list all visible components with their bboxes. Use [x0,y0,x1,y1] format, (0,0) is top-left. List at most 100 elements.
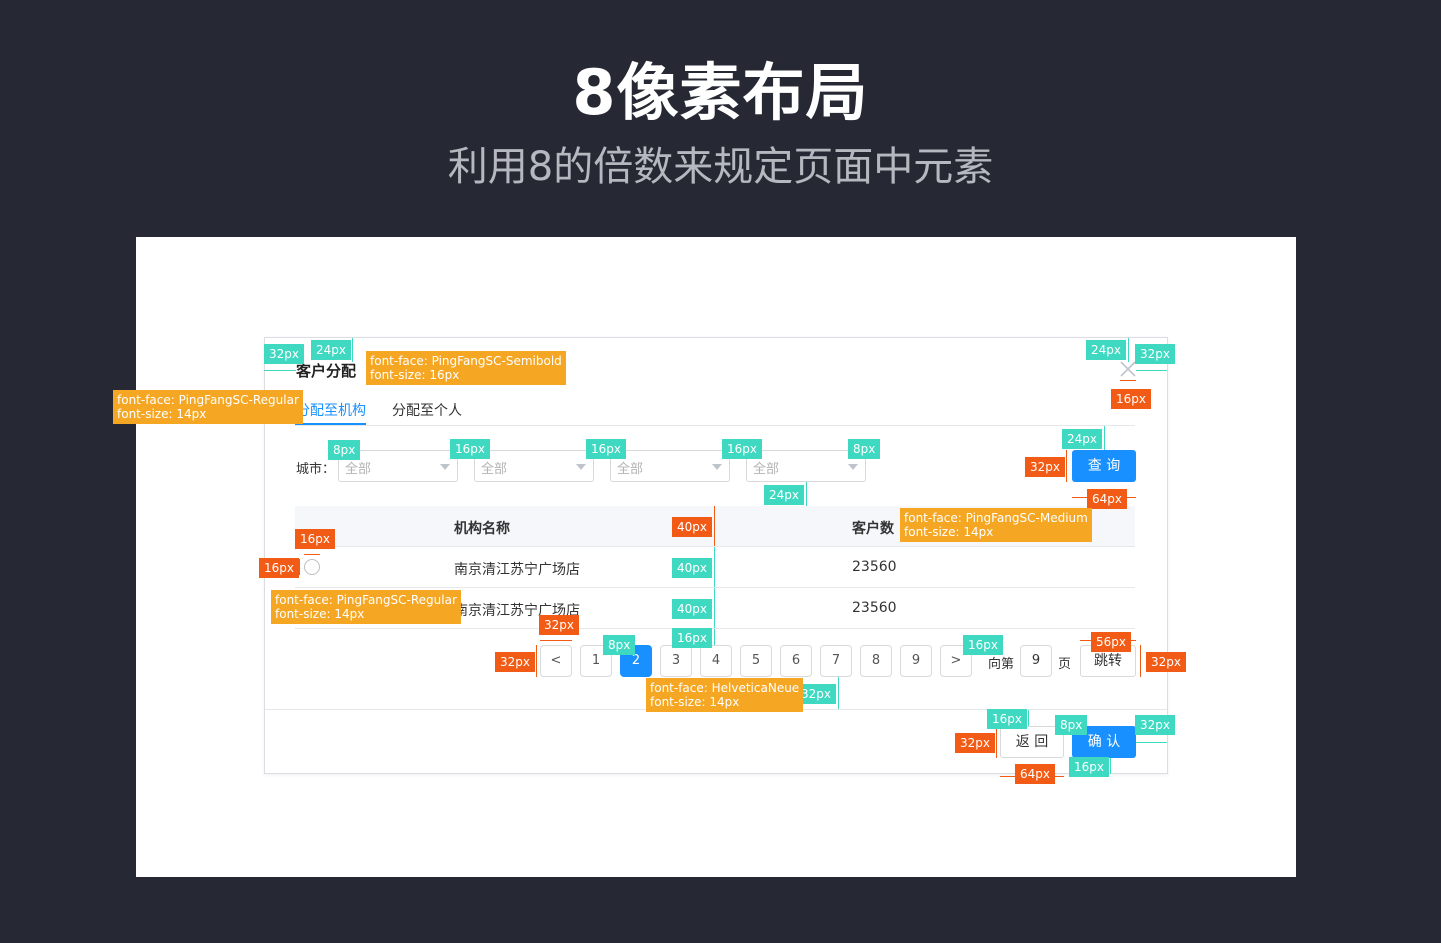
select-value: 全部 [481,462,508,477]
spacing-guide [838,677,839,709]
goto-page-input[interactable]: 9 [1020,645,1052,677]
font-size-label: font-size: 14px [904,525,994,539]
spacing-guide [264,370,296,371]
spacing-tag: 32px [955,733,995,753]
spacing-guide [1104,426,1105,450]
spacing-guide [1136,370,1167,371]
spacing-tag: 32px [264,344,304,364]
spacing-guide [1136,742,1167,743]
spacing-guide [540,640,572,641]
page-title: 8像素布局 [572,56,869,129]
spacing-tag: 32px [1135,344,1175,364]
spacing-tag: 16px [450,439,490,459]
spacing-tag: 16px [259,558,299,578]
spacing-guide [352,338,353,362]
spacing-tag: 16px [586,439,626,459]
spacing-tag: 32px [495,652,535,672]
spacing-guide [806,482,807,506]
font-annotation-tab: font-face: PingFangSC-Regular font-size:… [113,390,303,424]
goto-suffix: 页 [1058,657,1072,672]
page-button[interactable]: 8 [860,645,892,677]
font-annotation-header: font-face: PingFangSC-Medium font-size: … [900,508,1092,542]
spacing-tag: 16px [1069,757,1109,777]
prev-page-button[interactable]: < [540,645,572,677]
dialog-title: 客户分配 [296,362,357,380]
font-annotation-title: font-face: PingFangSC-Semibold font-size… [366,351,566,385]
page-button[interactable]: 6 [780,645,812,677]
font-face-label: font-face: PingFangSC-Regular [117,393,299,407]
spacing-tag: 16px [295,529,335,549]
spacing-tag: 32px [539,615,579,635]
row-divider [295,628,1135,629]
spacing-tag: 24px [1062,429,1102,449]
spacing-tag: 8px [603,635,636,655]
spacing-guide [1028,710,1029,726]
spacing-guide [996,726,997,758]
column-header-name: 机构名称 [454,521,510,537]
select-value: 全部 [345,462,372,477]
chevron-down-icon [848,464,858,470]
font-size-label: font-size: 16px [370,368,460,382]
spacing-tag: 16px [672,628,712,648]
tab-assign-institution[interactable]: 分配至机构 [296,400,366,420]
city-select-2[interactable]: 全部 [474,450,594,482]
tab-assign-person[interactable]: 分配至个人 [392,400,462,420]
row-divider [295,546,1135,547]
spacing-tag: 32px [1146,652,1186,672]
page-button[interactable]: 4 [700,645,732,677]
page-button[interactable]: 3 [660,645,692,677]
spacing-tag: 24px [1086,340,1126,360]
font-size-label: font-size: 14px [117,407,207,421]
spacing-guide [304,554,320,555]
tabs-divider [295,425,1135,426]
table-cell-count: 23560 [852,600,897,616]
spacing-tag: 16px [987,709,1027,729]
spacing-tag: 40px [672,558,712,578]
spacing-guide [714,588,715,628]
table-cell-count: 23560 [852,559,897,575]
spacing-guide [536,645,537,677]
table-cell-name: 南京清江苏宁广场店 [454,562,580,578]
spacing-guide [714,547,715,587]
select-value: 全部 [617,462,644,477]
font-face-label: font-face: PingFangSC-Medium [904,511,1088,525]
spacing-tag: 40px [672,517,712,537]
font-face-label: font-face: PingFangSC-Regular [275,593,457,607]
spacing-tag: 16px [1111,389,1151,409]
spacing-tag: 8px [848,439,881,459]
spacing-guide [1128,338,1129,362]
font-face-label: font-face: HelveticaNeue [650,681,800,695]
city-select-3[interactable]: 全部 [610,450,730,482]
chevron-down-icon [712,464,722,470]
row-radio[interactable] [304,559,320,575]
spacing-guide [714,506,715,546]
spacing-tag: 16px [722,439,762,459]
page-button[interactable]: 9 [900,645,932,677]
spacing-guide [1066,450,1067,482]
spacing-guide [1110,758,1111,774]
font-annotation-cell: font-face: PingFangSC-Regular font-size:… [271,590,461,624]
chevron-down-icon [576,464,586,470]
spacing-tag: 40px [672,599,712,619]
spacing-tag: 8px [1055,715,1088,735]
font-annotation-pagination: font-face: HelveticaNeue font-size: 14px [646,678,804,712]
spacing-tag: 24px [311,340,351,360]
spacing-tag: 24px [764,485,804,505]
chevron-down-icon [440,464,450,470]
page-button[interactable]: 5 [740,645,772,677]
query-button[interactable]: 查 询 [1072,450,1136,482]
page-subtitle: 利用8的倍数来规定页面中元素 [447,144,994,190]
goto-prefix: 向第 [988,657,1015,672]
row-divider [295,587,1135,588]
font-size-label: font-size: 14px [650,695,740,709]
spacing-tag: 64px [1015,764,1055,784]
page-button[interactable]: 7 [820,645,852,677]
spacing-tag: 16px [963,635,1003,655]
select-value: 全部 [753,462,780,477]
spacing-guide [1140,645,1141,677]
spacing-tag: 8px [328,440,361,460]
spacing-tag: 32px [1135,715,1175,735]
spacing-tag: 64px [1087,489,1127,509]
column-header-count: 客户数 [852,521,894,537]
spacing-guide [1120,380,1136,381]
